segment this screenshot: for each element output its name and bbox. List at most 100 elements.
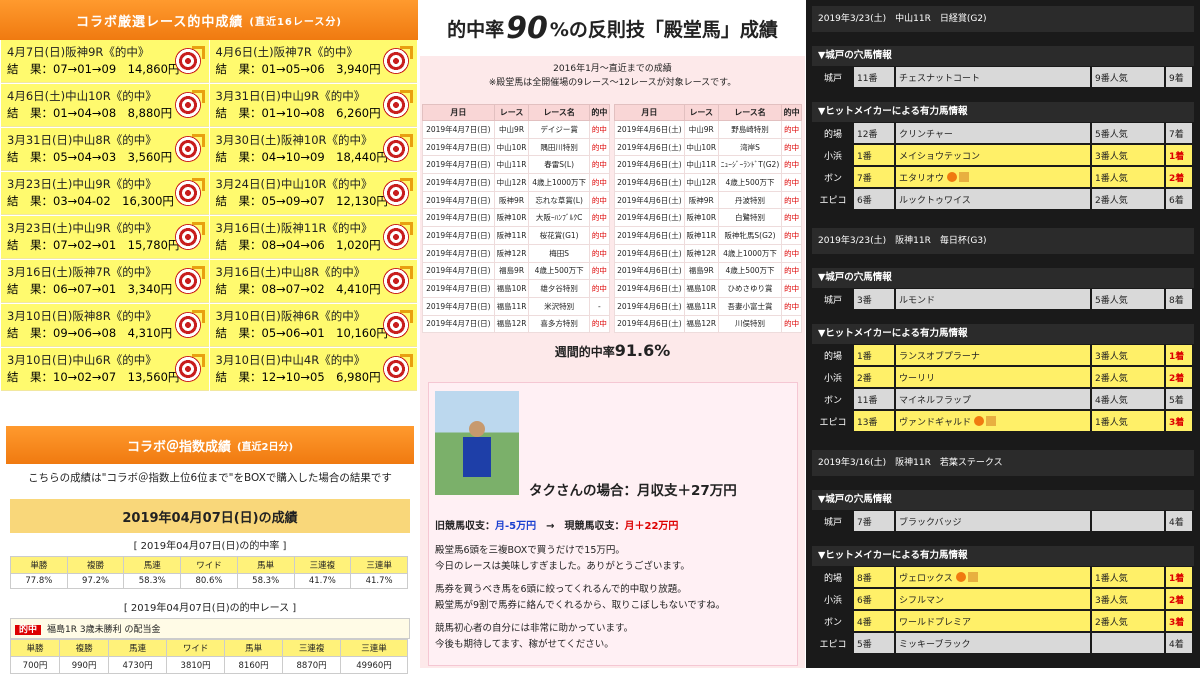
table-cell: 80.6% [180,573,238,589]
testimonial-line: 今後も期待してます、稼がせてください。 [435,638,614,650]
result-race: 3月10日(日)中山4R《的中》 [215,353,366,367]
testimonial-heading: タクさんの場合：月収支＋27万円 [529,483,737,499]
table-cell: 2019年4月6日(土) [614,226,685,245]
table-cell: デイジー賞 [528,120,590,139]
horse-row: 小浜 1番 メイショウテッコン 3番人気 1着 [812,144,1194,166]
column-header: レース [683,104,719,121]
table-header: 三連複 [293,556,352,574]
old-value: 月-5万円 [495,521,537,532]
popularity: 3番人気 [1092,589,1164,609]
table-cell: 野島崎特別 [717,120,783,139]
table-head-row: 月日 レース レース名 的中 [422,104,611,121]
table-cell: 2019年4月7日(日) [422,296,495,316]
result-race: 3月23日(土)中山9R《的中》 [7,221,157,235]
horse-number: 7番 [854,511,894,531]
target-icon [383,310,413,338]
horse-row: エピコ 13番 ヴァンドギャルド 1番人気 3着 [812,410,1194,432]
table-row: 2019年4月6日(土) 中山9R 野島崎特別 的中 [614,120,802,139]
table-cell: 2019年4月6日(土) [614,155,685,175]
table-cell: - [588,296,611,316]
target-icon [383,222,413,250]
tipster-name: 小浜 [814,367,852,387]
result-cell: 4月7日(日)阪神9R《的中》結 果：07→01→09 14,860円 [1,40,209,83]
badge-c-icon [974,416,985,426]
result-cell: 3月31日(日)中山8R《的中》結 果：05→04→03 3,560円 [1,128,209,171]
table-row: 2019年4月6日(土) 福島11R 吾妻小富士賞 的中 [614,296,802,316]
payout-table: 単勝 複勝 馬連 ワイド 馬単 三連複 三連単 700円 990円 4730円 3810円 8160円… [9,639,408,674]
table-header: 複勝 [59,639,110,657]
table-cell: 的中 [781,279,802,298]
horse-name: ワールドプレミア [896,611,1090,631]
table-header: 三連複 [282,639,342,657]
result-race: 4月7日(日)阪神9R《的中》 [7,45,150,59]
day-results-bar: 2019年04月07日(日)の成績 [10,499,410,533]
horse-name: ルックトゥワイス [896,189,1090,209]
table-cell: 41.7% [293,573,352,589]
table-cell: 丹波特別 [717,190,783,210]
table-header: 単勝 [10,556,68,574]
target-icon [174,90,205,118]
horse-name: ミッキーブラック [896,633,1090,653]
spacer [812,32,1194,46]
arrow: → [546,521,555,532]
result-payout: 結 果：06→07→01 3,340円 [7,282,173,296]
popularity: 1番人気 [1092,167,1164,187]
table-cell: 2019年4月6日(土) [614,314,685,334]
popularity [1092,511,1164,531]
result-race: 3月31日(日)中山9R《的中》 [215,89,366,103]
crown-icon [959,172,970,182]
result-payout: 結 果：07→02→01 15,780円 [7,238,180,252]
table-row: 2019年4月7日(日) 福島12R 喜多方特別 的中 [422,314,611,334]
horse-row: エピコ 6番 ルックトゥワイス 2番人気 6着 [812,188,1194,210]
tipster-name: 小浜 [814,145,852,165]
table-cell: 的中 [781,120,802,139]
horse-number: 6番 [854,589,894,609]
horse-name: ランスオブプラーナ [896,345,1090,365]
race-header: 2019年3/23(土) 阪神11R 毎日杯(G3) [812,228,1194,254]
horse-row: ボン 11番 マイネルフラップ 4番人気 5着 [812,388,1194,410]
hall-horse-subtitle: 2016年1月～直近までの成績 ※殿堂馬は全開催場の9レース～12レースが対象レー… [420,56,805,90]
tipster-name: 的場 [814,123,852,143]
table-cell: 中山11R [683,155,719,175]
table-cell: 2019年4月6日(土) [614,243,685,263]
testimonial-line: 馬券を買うべき馬を6頭に絞ってくれるんで的中取り放題。 [435,584,687,595]
horse-row: 的場 12番 クリンチャー 5番人気 7着 [812,122,1194,144]
table-cell: 福島11R [683,296,719,316]
table-cell: 福島9R [683,261,719,281]
table-cell: 福島12R [493,314,530,334]
table-cell: 58.3% [123,573,182,589]
target-icon [174,222,205,250]
table-row: 2019年4月6日(土) 阪神9R 丹波特別 的中 [614,190,802,210]
result-payout: 結 果：05→09→07 12,130円 [215,194,388,208]
result-cell: 3月23日(土)中山9R《的中》結 果：07→02→01 15,780円 [1,216,209,259]
table-row: 2019年4月7日(日) 阪神11R 桜花賞(G1) 的中 [422,226,611,245]
tipster-name: 城戸 [814,289,852,309]
table-cell: 2019年4月6日(土) [614,261,685,281]
race-title: [ 2019年04月07日(日)の的中レース ] [123,603,297,614]
horse-name: ヴェロックス [896,567,1090,587]
weekly-value: 91.6% [614,341,671,361]
spacer [812,532,1194,546]
horse-row: 的場 1番 ランスオブプラーナ 3番人気 1着 [812,344,1194,366]
crown-icon [967,572,978,582]
finish: 8着 [1166,289,1192,309]
table-cell: 2019年4月7日(日) [422,173,495,192]
testimonial-line: 今日のレースは美味しすぎました。ありがとうございます。 [435,560,690,572]
table-cell: 2019年4月6日(土) [614,279,685,298]
target-icon [383,134,413,162]
horse-name: クリンチャー [896,123,1090,143]
old-label: 旧競馬収支： [435,521,495,532]
testimonial-line: 殿堂馬が9割で馬券に絡んでくれるから、取りこぼしもないですね。 [435,599,726,611]
result-cell: 3月10日(日)阪神8R《的中》結 果：09→06→08 4,310円 [1,304,209,347]
horse-number: 7番 [854,167,894,187]
table-row: 2019年4月6日(土) 阪神11R 阪神牝馬S(G2) 的中 [614,226,802,245]
crown-icon [986,416,997,426]
result-race: 3月16日(土)阪神7R《的中》 [7,265,157,279]
table-row: 2019年4月7日(日) 阪神10R 大阪ｰﾊﾝﾌﾞﾙｸC 的中 [422,208,611,228]
result-cell: 3月10日(日)中山4R《的中》結 果：12→10→05 6,980円 [209,348,417,391]
table-header: 馬単 [224,639,284,657]
result-cell: 3月16日(土)阪神7R《的中》結 果：06→07→01 3,340円 [1,260,209,303]
table-cell: 中山12R [683,173,719,192]
table-header: ワイド [166,639,226,657]
section-title: ▼城戸の穴馬情報 [812,490,1194,510]
